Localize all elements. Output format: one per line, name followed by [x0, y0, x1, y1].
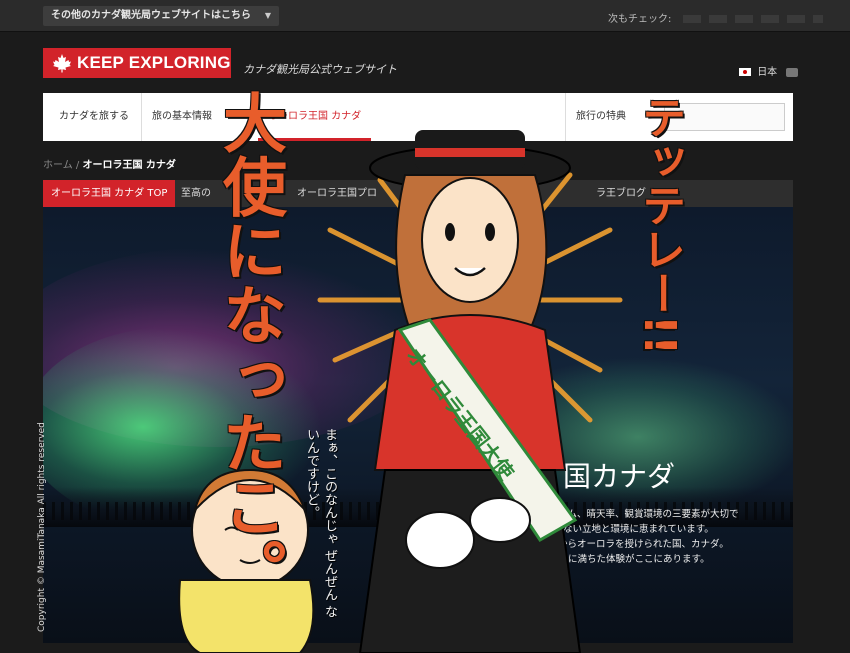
next-check-links[interactable] — [682, 15, 823, 23]
nav-item-basic-info[interactable]: 旅の基本情報 — [141, 93, 222, 141]
next-check: 次もチェック: — [608, 10, 823, 25]
chat-icon[interactable] — [786, 67, 799, 77]
breadcrumb-current: オーロラ王国 カナダ — [82, 160, 176, 171]
logo-text: KEEP EXPLORING — [77, 53, 231, 72]
maple-leaf-icon — [53, 54, 71, 73]
hero-title: 国カナダ — [563, 460, 676, 493]
sub-navigation: オーロラ王国 カナダ TOP 至高の オーロラ王国プロ ラ王ブログ — [43, 180, 793, 207]
subnav-supreme[interactable]: 至高の — [173, 180, 219, 207]
keep-exploring-logo[interactable]: KEEP EXPLORING — [43, 48, 231, 78]
subnav-aurora-project[interactable]: オーロラ王国プロ — [289, 180, 385, 207]
hero-line: まきに満ちた体験がここにあります。 — [389, 554, 710, 565]
language-selector[interactable]: 日本 — [739, 63, 799, 78]
nav-item-aurora-kingdom[interactable]: オーロラ王国 カナダ — [258, 93, 372, 141]
nav-item-travel-canada[interactable]: カナダを旅する — [49, 93, 139, 141]
hero-banner: 国カナダ オー ズム、晴天率、観賞環境の三要素が大切で すが ない立地と環境に恵まれ… — [43, 207, 793, 643]
hero-line: すが ない立地と環境に恵まれています。 — [389, 524, 714, 535]
subnav-aurora-top[interactable]: オーロラ王国 カナダ TOP — [43, 180, 176, 207]
site-tagline: カナダ観光局公式ウェブサイト — [243, 63, 397, 76]
breadcrumb-home[interactable]: ホーム — [43, 160, 73, 171]
japan-flag-icon — [739, 68, 751, 76]
breadcrumb-separator: / — [75, 160, 80, 171]
hero-line: オー からオーロラを授けられた国、カナダ。 — [389, 539, 729, 550]
other-sites-dropdown[interactable]: その他のカナダ観光局ウェブサイトはこちら ▼ — [43, 6, 279, 26]
next-check-label: 次もチェック: — [608, 14, 672, 25]
other-sites-label: その他のカナダ観光局ウェブサイトはこちら — [51, 10, 251, 21]
subnav-aurora-blog[interactable]: ラ王ブログ — [588, 180, 654, 207]
chevron-down-icon: ▼ — [264, 11, 271, 20]
top-utility-bar: その他のカナダ観光局ウェブサイトはこちら ▼ 次もチェック: — [0, 0, 850, 32]
language-label: 日本 — [757, 67, 778, 78]
hero-description: オー ズム、晴天率、観賞環境の三要素が大切で すが ない立地と環境に恵まれています。… — [389, 507, 789, 567]
nav-item-travel-benefits[interactable]: 旅行の特典 — [565, 93, 636, 141]
copyright-notice: Copyright © MasamiTanaka All rights rese… — [37, 422, 47, 632]
hero-line: オー ズム、晴天率、観賞環境の三要素が大切で — [389, 509, 739, 520]
main-navigation: カナダを旅する 旅の基本情報 オーロラ王国 カナダ 旅行の特典 — [43, 93, 793, 141]
breadcrumb: ホーム / オーロラ王国 カナダ — [43, 156, 176, 171]
search-input[interactable] — [664, 103, 785, 131]
